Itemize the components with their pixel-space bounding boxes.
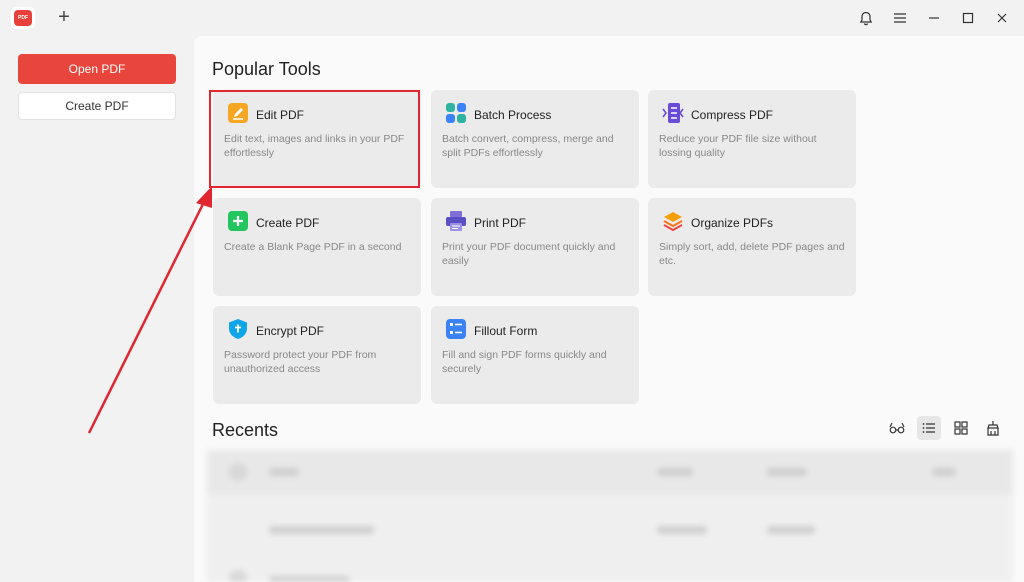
tool-title: Edit PDF: [256, 108, 305, 122]
tool-card-edit-pdf[interactable]: Edit PDF Edit text, images and links in …: [213, 90, 421, 188]
app-logo-text: PDF: [14, 10, 32, 26]
tool-description: Create a Blank Page PDF in a second: [224, 241, 402, 253]
tool-card-create-pdf[interactable]: Create PDF Create a Blank Page PDF in a …: [213, 198, 421, 296]
bell-icon[interactable]: [856, 8, 876, 28]
table-row[interactable]: [207, 508, 1013, 552]
minimize-icon[interactable]: [924, 8, 944, 28]
edit-icon: [227, 102, 249, 124]
tool-title: Organize PDFs: [691, 216, 774, 230]
tool-description: Fill and sign PDF forms quickly and secu…: [442, 349, 607, 375]
title-bar: PDF +: [0, 0, 1024, 36]
tool-card-batch-process[interactable]: Batch Process Batch convert, compress, m…: [431, 90, 639, 188]
layers-icon: [662, 210, 684, 232]
batch-icon: [445, 102, 467, 124]
tool-title: Batch Process: [474, 108, 552, 122]
app-logo[interactable]: PDF: [11, 7, 35, 29]
tool-description: Password protect your PDF from unauthori…: [224, 349, 377, 375]
tool-title: Compress PDF: [691, 108, 774, 122]
close-icon[interactable]: [992, 8, 1012, 28]
tool-description: Batch convert, compress, merge and split…: [442, 133, 614, 159]
tool-title: Fillout Form: [474, 324, 538, 338]
menu-icon[interactable]: [890, 8, 910, 28]
grid-view-icon[interactable]: [949, 416, 973, 440]
new-tab-button[interactable]: +: [55, 6, 73, 28]
clear-icon[interactable]: [981, 416, 1005, 440]
tool-description: Simply sort, add, delete PDF pages and e…: [659, 241, 845, 267]
printer-icon: [445, 210, 467, 232]
create-pdf-icon: [227, 210, 249, 232]
tool-card-compress-pdf[interactable]: Compress PDF Reduce your PDF file size w…: [648, 90, 856, 188]
tool-card-fillout-form[interactable]: Fillout Form Fill and sign PDF forms qui…: [431, 306, 639, 404]
sidebar: Open PDF Create PDF: [0, 36, 194, 582]
tool-card-encrypt-pdf[interactable]: Encrypt PDF Password protect your PDF fr…: [213, 306, 421, 404]
tool-card-print-pdf[interactable]: Print PDF Print your PDF document quickl…: [431, 198, 639, 296]
table-row[interactable]: [207, 558, 1013, 582]
tool-title: Create PDF: [256, 216, 320, 230]
recents-heading: Recents: [212, 420, 279, 440]
compress-icon: [662, 102, 684, 124]
form-icon: [445, 318, 467, 340]
recents-table: [207, 450, 1013, 582]
glasses-icon[interactable]: [885, 416, 909, 440]
table-header: [207, 450, 1013, 494]
popular-tools-heading: Popular Tools: [212, 59, 321, 79]
open-pdf-button[interactable]: Open PDF: [18, 54, 176, 84]
maximize-icon[interactable]: [958, 8, 978, 28]
tool-card-organize-pdfs[interactable]: Organize PDFs Simply sort, add, delete P…: [648, 198, 856, 296]
tool-description: Edit text, images and links in your PDF …: [224, 133, 405, 159]
list-view-icon[interactable]: [917, 416, 941, 440]
shield-icon: [227, 318, 249, 340]
tool-description: Print your PDF document quickly and easi…: [442, 241, 616, 267]
create-pdf-button[interactable]: Create PDF: [18, 92, 176, 120]
tool-description: Reduce your PDF file size without lossin…: [659, 133, 817, 159]
tool-title: Encrypt PDF: [256, 324, 325, 338]
tool-title: Print PDF: [474, 216, 527, 230]
